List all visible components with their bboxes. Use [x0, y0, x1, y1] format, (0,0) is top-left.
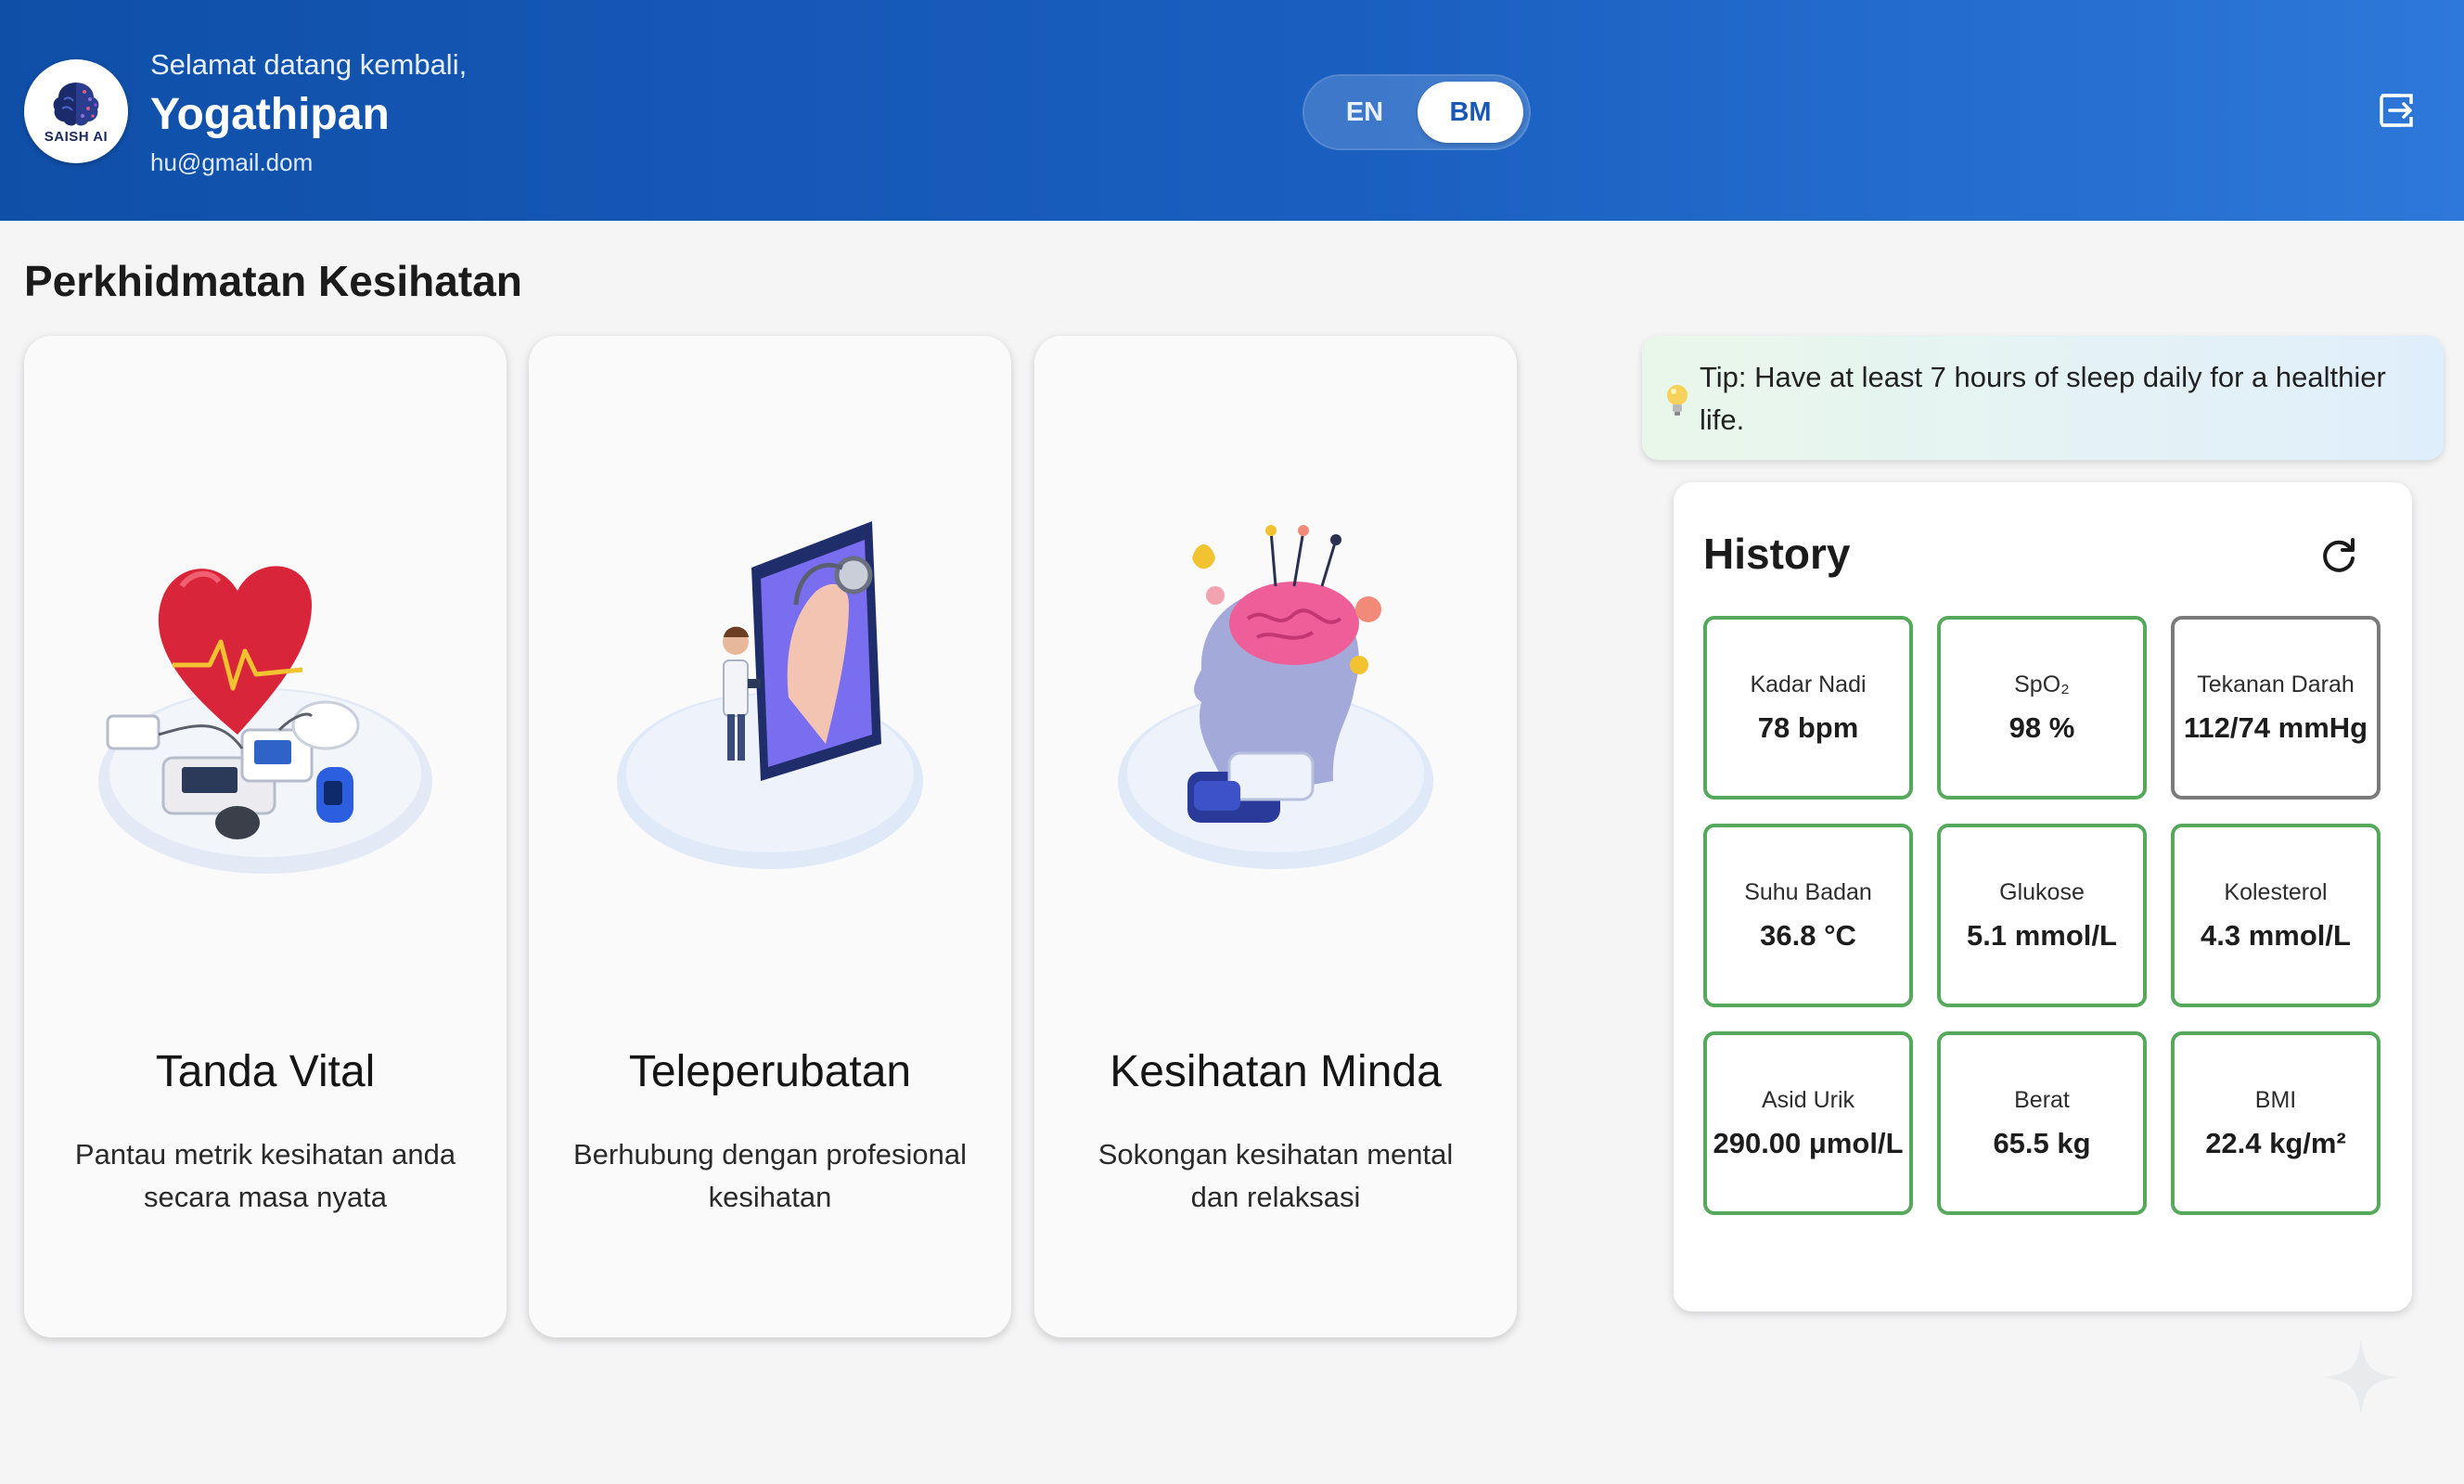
app-header: SAISH AI Selamat datang kembali, Yogathi… — [0, 0, 2464, 221]
health-tip-banner: Tip: Have at least 7 hours of sleep dail… — [1642, 336, 2444, 460]
telemedicine-illustration — [617, 521, 923, 869]
service-description: Pantau metrik kesihatan anda secara masa… — [74, 1138, 456, 1213]
tip-text: Tip: Have at least 7 hours of sleep dail… — [1700, 361, 2386, 436]
metric-card-glucose[interactable]: Glukose 5.1 mmol/L — [1937, 824, 2147, 1007]
service-card-telemedicine[interactable]: Teleperubatan Berhubung dengan profesion… — [529, 336, 1011, 1337]
metric-value: 22.4 kg/m² — [2205, 1126, 2346, 1159]
metric-value: 98 % — [2008, 710, 2075, 744]
metric-value: 78 bpm — [1757, 710, 1859, 744]
metric-label: BMI — [2254, 1086, 2297, 1113]
section-title: Perkhidmatan Kesihatan — [24, 257, 522, 305]
metric-value: 4.3 mmol/L — [2201, 918, 2351, 952]
lang-bm-button[interactable]: BM — [1418, 82, 1523, 143]
brain-logo-icon — [53, 82, 99, 125]
user-email: hu@gmail.dom — [150, 148, 314, 176]
metric-label: Glukose — [1999, 878, 2085, 905]
history-panel: History Kadar Nadi 78 bpm SpO₂ 98 % Teka… — [1674, 482, 2412, 1311]
metric-card-cholesterol[interactable]: Kolesterol 4.3 mmol/L — [2171, 824, 2381, 1007]
refresh-icon[interactable] — [2317, 534, 2360, 577]
mind-health-illustration — [1118, 525, 1433, 869]
app-logo: SAISH AI — [24, 59, 128, 163]
lightbulb-icon — [1667, 385, 1688, 416]
lang-en-button[interactable]: EN — [1312, 82, 1418, 143]
metric-label: Tekanan Darah — [2197, 671, 2355, 697]
metric-card-weight[interactable]: Berat 65.5 kg — [1937, 1031, 2147, 1215]
user-name: Yogathipan — [150, 90, 390, 139]
metric-card-bmi[interactable]: BMI 22.4 kg/m² — [2171, 1031, 2381, 1215]
sparkle-icon — [2324, 1340, 2398, 1414]
service-title: Tanda Vital — [155, 1047, 376, 1096]
metric-value: 5.1 mmol/L — [1967, 918, 2117, 952]
heart-monitor-illustration — [98, 566, 432, 874]
metric-card-spo2[interactable]: SpO₂ 98 % — [1937, 616, 2147, 800]
service-description: Sokongan kesihatan mental dan relaksasi — [1097, 1138, 1454, 1213]
service-card-mental-health[interactable]: Kesihatan Minda Sokongan kesihatan menta… — [1034, 336, 1517, 1337]
metric-card-blood-pressure[interactable]: Tekanan Darah 112/74 mmHg — [2171, 616, 2381, 800]
metric-label: Kolesterol — [2224, 878, 2328, 905]
logout-icon[interactable] — [2375, 89, 2418, 132]
metric-value: 112/74 mmHg — [2183, 710, 2368, 744]
history-title: History — [1703, 530, 1851, 578]
metric-value: 65.5 kg — [1993, 1126, 2091, 1159]
metric-value: 36.8 °C — [1760, 918, 1856, 952]
metric-value: 290.00 μmol/L — [1713, 1126, 1904, 1159]
metric-card-body-temperature[interactable]: Suhu Badan 36.8 °C — [1703, 824, 1913, 1007]
service-title: Teleperubatan — [628, 1047, 912, 1096]
metric-label: SpO₂ — [2014, 671, 2070, 697]
service-card-vital-signs[interactable]: Tanda Vital Pantau metrik kesihatan anda… — [24, 336, 507, 1337]
metric-card-heart-rate[interactable]: Kadar Nadi 78 bpm — [1703, 616, 1913, 800]
service-description: Berhubung dengan profesional kesihatan — [572, 1138, 967, 1213]
metric-label: Asid Urik — [1761, 1086, 1854, 1113]
logo-text: SAISH AI — [44, 128, 109, 145]
language-toggle[interactable]: EN BM — [1303, 74, 1531, 150]
metric-label: Kadar Nadi — [1750, 671, 1867, 697]
metric-label: Suhu Badan — [1744, 878, 1872, 905]
metric-card-uric-acid[interactable]: Asid Urik 290.00 μmol/L — [1703, 1031, 1913, 1215]
welcome-text: Selamat datang kembali, — [150, 48, 468, 81]
service-title: Kesihatan Minda — [1110, 1047, 1442, 1096]
metric-label: Berat — [2014, 1086, 2070, 1113]
